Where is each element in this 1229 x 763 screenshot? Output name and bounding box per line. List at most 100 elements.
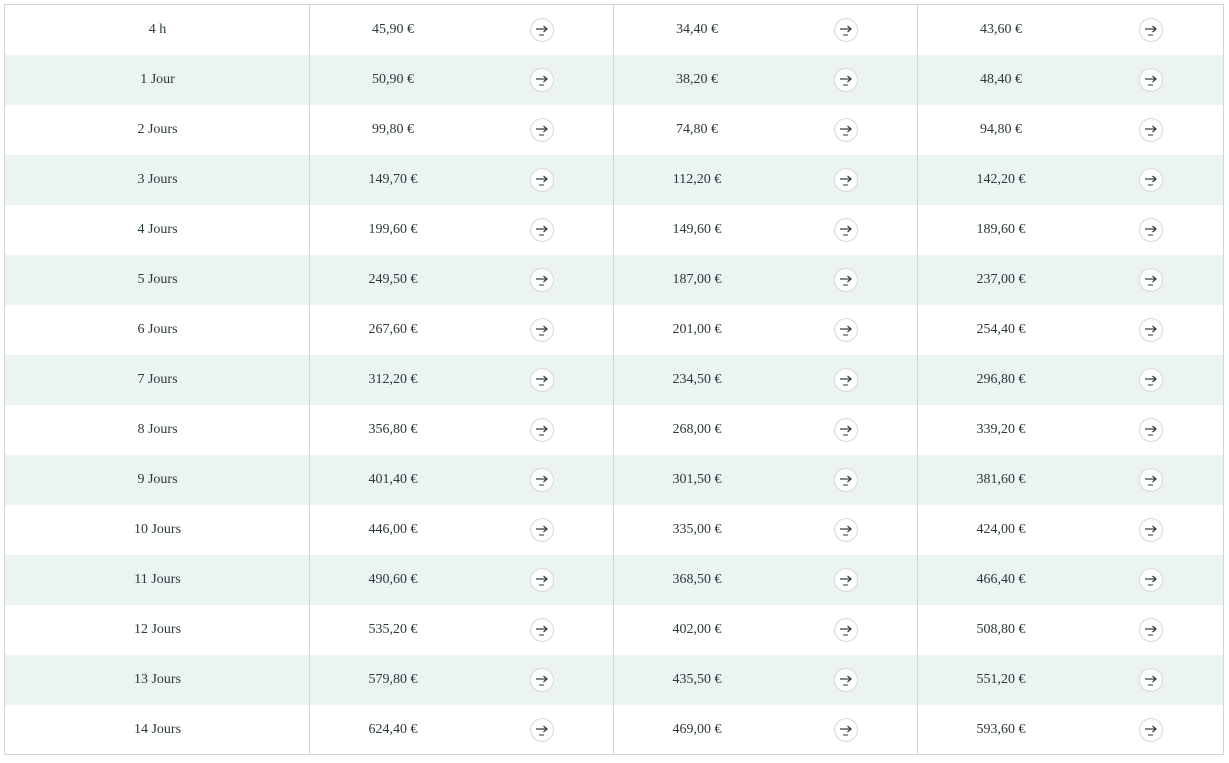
price-value: 312,20 € — [368, 372, 418, 387]
table-row: 3 Jours 149,70 € 112,20 € 142,20 € — [5, 155, 1223, 205]
select-price-button[interactable] — [834, 468, 858, 492]
select-price-button[interactable] — [530, 568, 554, 592]
price-value: 142,20 € — [976, 172, 1026, 187]
select-price-button[interactable] — [530, 318, 554, 342]
price-value: 579,80 € — [368, 672, 418, 687]
table-row: 4 Jours 199,60 € 149,60 € 189,60 € — [5, 205, 1223, 255]
select-price-button[interactable] — [530, 168, 554, 192]
price-value: 356,80 € — [368, 422, 418, 437]
select-price-button[interactable] — [834, 418, 858, 442]
price-value: 249,50 € — [368, 272, 418, 287]
select-price-button[interactable] — [530, 68, 554, 92]
select-price-button[interactable] — [1139, 718, 1163, 742]
select-price-button[interactable] — [1139, 118, 1163, 142]
select-price-button[interactable] — [1139, 168, 1163, 192]
table-row: 12 Jours 535,20 € 402,00 € 508,80 € — [5, 605, 1223, 655]
duration-label: 6 Jours — [137, 322, 178, 337]
arrow-right-icon — [840, 125, 852, 136]
price-value: 94,80 € — [980, 122, 1022, 137]
price-value: 268,00 € — [672, 422, 722, 437]
arrow-right-icon — [1145, 525, 1157, 536]
arrow-right-icon — [1145, 425, 1157, 436]
select-price-button[interactable] — [1139, 418, 1163, 442]
select-price-button[interactable] — [530, 518, 554, 542]
duration-label: 3 Jours — [137, 172, 178, 187]
select-price-button[interactable] — [530, 218, 554, 242]
arrow-right-icon — [840, 75, 852, 86]
column-divider — [309, 5, 310, 754]
select-price-button[interactable] — [530, 418, 554, 442]
duration-label: 1 Jour — [140, 72, 175, 87]
arrow-right-icon — [840, 375, 852, 386]
select-price-button[interactable] — [834, 318, 858, 342]
column-divider — [917, 5, 918, 754]
arrow-right-icon — [536, 75, 548, 86]
arrow-right-icon — [840, 225, 852, 236]
column-divider — [613, 5, 614, 754]
arrow-right-icon — [536, 375, 548, 386]
duration-label: 14 Jours — [133, 722, 182, 737]
select-price-button[interactable] — [530, 618, 554, 642]
select-price-button[interactable] — [530, 118, 554, 142]
select-price-button[interactable] — [834, 518, 858, 542]
select-price-button[interactable] — [1139, 18, 1163, 42]
arrow-right-icon — [840, 575, 852, 586]
select-price-button[interactable] — [1139, 568, 1163, 592]
price-value: 45,90 € — [372, 22, 414, 37]
select-price-button[interactable] — [834, 168, 858, 192]
duration-label: 9 Jours — [137, 472, 178, 487]
price-value: 149,70 € — [368, 172, 418, 187]
arrow-right-icon — [1145, 225, 1157, 236]
price-value: 469,00 € — [672, 722, 722, 737]
select-price-button[interactable] — [530, 718, 554, 742]
duration-label: 2 Jours — [137, 122, 178, 137]
select-price-button[interactable] — [530, 18, 554, 42]
select-price-button[interactable] — [1139, 68, 1163, 92]
arrow-right-icon — [840, 425, 852, 436]
select-price-button[interactable] — [834, 268, 858, 292]
duration-label: 10 Jours — [133, 522, 182, 537]
select-price-button[interactable] — [1139, 218, 1163, 242]
arrow-right-icon — [840, 25, 852, 36]
select-price-button[interactable] — [530, 268, 554, 292]
select-price-button[interactable] — [1139, 468, 1163, 492]
select-price-button[interactable] — [834, 68, 858, 92]
price-value: 254,40 € — [976, 322, 1026, 337]
select-price-button[interactable] — [834, 368, 858, 392]
arrow-right-icon — [1145, 625, 1157, 636]
price-value: 112,20 € — [672, 172, 722, 187]
select-price-button[interactable] — [530, 368, 554, 392]
select-price-button[interactable] — [1139, 668, 1163, 692]
select-price-button[interactable] — [834, 218, 858, 242]
duration-label: 11 Jours — [134, 572, 181, 587]
select-price-button[interactable] — [834, 118, 858, 142]
arrow-right-icon — [536, 625, 548, 636]
table-row: 13 Jours 579,80 € 435,50 € 551,20 € — [5, 655, 1223, 705]
select-price-button[interactable] — [834, 718, 858, 742]
select-price-button[interactable] — [834, 618, 858, 642]
price-value: 508,80 € — [976, 622, 1026, 637]
select-price-button[interactable] — [834, 18, 858, 42]
select-price-button[interactable] — [530, 468, 554, 492]
select-price-button[interactable] — [1139, 618, 1163, 642]
price-value: 368,50 € — [672, 572, 722, 587]
price-value: 466,40 € — [976, 572, 1026, 587]
select-price-button[interactable] — [1139, 318, 1163, 342]
select-price-button[interactable] — [1139, 268, 1163, 292]
select-price-button[interactable] — [1139, 518, 1163, 542]
select-price-button[interactable] — [1139, 368, 1163, 392]
arrow-right-icon — [1145, 275, 1157, 286]
duration-label: 13 Jours — [133, 672, 182, 687]
select-price-button[interactable] — [834, 568, 858, 592]
arrow-right-icon — [840, 625, 852, 636]
arrow-right-icon — [536, 175, 548, 186]
select-price-button[interactable] — [834, 668, 858, 692]
price-value: 335,00 € — [672, 522, 722, 537]
arrow-right-icon — [1145, 725, 1157, 736]
arrow-right-icon — [536, 425, 548, 436]
price-value: 402,00 € — [672, 622, 722, 637]
arrow-right-icon — [840, 175, 852, 186]
select-price-button[interactable] — [530, 668, 554, 692]
arrow-right-icon — [1145, 175, 1157, 186]
price-value: 187,00 € — [672, 272, 722, 287]
